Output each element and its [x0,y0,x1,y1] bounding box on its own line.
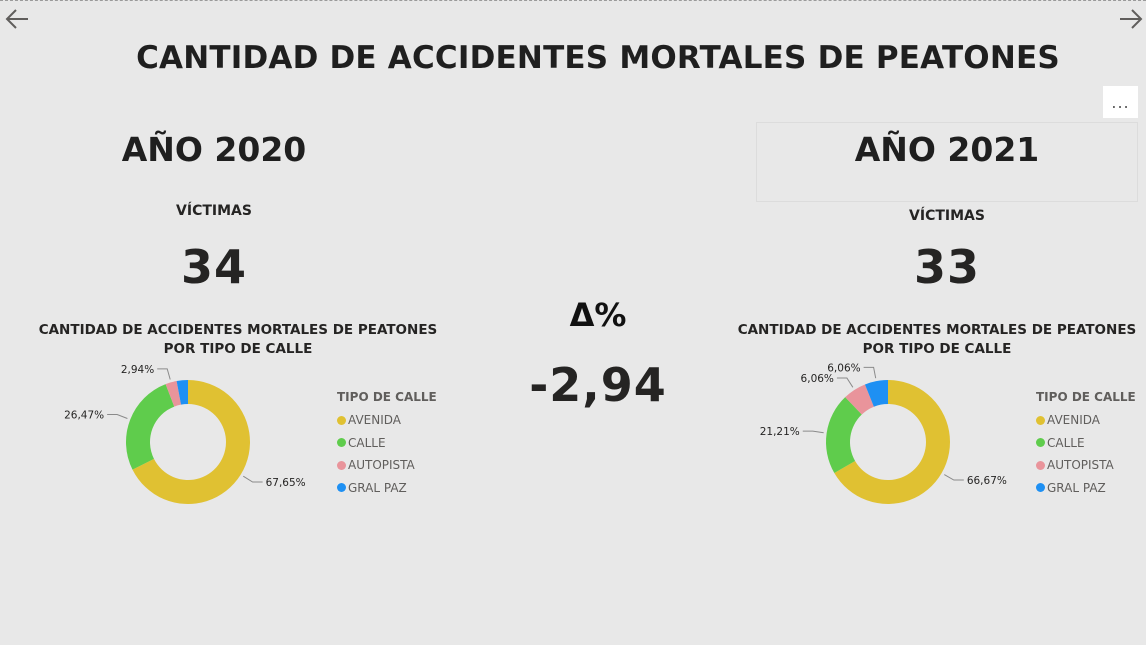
legend-label: AUTOPISTA [1047,458,1114,473]
chart-2020-title: CANTIDAD DE ACCIDENTES MORTALES DE PEATO… [38,322,438,357]
data-label: 6,06% [801,373,834,385]
legend-2020: TIPO DE CALLE AVENIDA CALLE AUTOPISTA GR… [337,390,437,499]
data-label-leader-line [863,366,877,379]
legend-label: GRAL PAZ [1047,480,1106,495]
victims-2021-card-value: 33 [913,240,980,294]
victims-2020-label: VÍCTIMAS [176,203,252,219]
legend-label: CALLE [1047,435,1085,450]
slice-calle[interactable] [125,384,175,470]
victims-2021-label: VÍCTIMAS [909,208,985,224]
data-label-leader-line [836,377,854,388]
data-label: 67,65% [266,477,306,489]
more-options-icon[interactable]: ... [1103,86,1138,118]
legend-item-calle[interactable]: CALLE [1036,432,1136,455]
year-2021-heading: AÑO 2021 [854,130,1040,169]
chart-2021-title: CANTIDAD DE ACCIDENTES MORTALES DE PEATO… [737,322,1137,357]
legend-label: GRAL PAZ [348,480,407,495]
report-top-border [0,0,1146,1]
legend-item-gral-paz[interactable]: GRAL PAZ [337,477,437,500]
legend-item-gral-paz[interactable]: GRAL PAZ [1036,477,1136,500]
legend-dot-avenida [1036,415,1045,425]
legend-dot-autopista [337,460,346,470]
legend-item-avenida[interactable]: AVENIDA [337,409,437,432]
data-label-leader-line [157,368,171,380]
legend-dot-gral-paz [337,483,346,493]
legend-dot-calle [337,438,346,448]
legend-label: CALLE [348,435,386,450]
arrow-left-icon[interactable] [2,4,32,34]
delta-percent-value: -2,94 [529,358,667,412]
data-label: 66,67% [967,475,1007,487]
legend-dot-autopista [1036,460,1045,470]
legend-label: AUTOPISTA [348,458,415,473]
delta-percent-label: Δ% [569,296,627,334]
data-label: 26,47% [64,410,104,422]
legend-item-autopista[interactable]: AUTOPISTA [337,454,437,477]
arrow-right-icon[interactable] [1116,4,1146,34]
legend-label: AVENIDA [1047,413,1100,428]
legend-2021: TIPO DE CALLE AVENIDA CALLE AUTOPISTA GR… [1036,390,1136,499]
data-label-leader-line [107,414,128,419]
data-label-leader-line [242,475,263,483]
legend-item-autopista[interactable]: AUTOPISTA [1036,454,1136,477]
data-label: 6,06% [827,362,860,374]
legend-dot-gral-paz [1036,483,1045,493]
legend-item-avenida[interactable]: AVENIDA [1036,409,1136,432]
year-2020-heading: AÑO 2020 [121,130,307,169]
legend-label: AVENIDA [348,413,401,428]
legend-dot-calle [1036,438,1045,448]
data-label: 21,21% [760,426,800,438]
victims-2020-card-value: 34 [180,240,247,294]
legend-title: TIPO DE CALLE [1036,390,1136,404]
legend-title: TIPO DE CALLE [337,390,437,404]
data-label: 2,94% [121,364,154,376]
legend-item-calle[interactable]: CALLE [337,432,437,455]
page-title: CANTIDAD DE ACCIDENTES MORTALES DE PEATO… [136,40,1060,76]
data-label-leader-line [944,474,964,481]
data-label-leader-line [802,430,824,434]
legend-dot-avenida [337,415,346,425]
